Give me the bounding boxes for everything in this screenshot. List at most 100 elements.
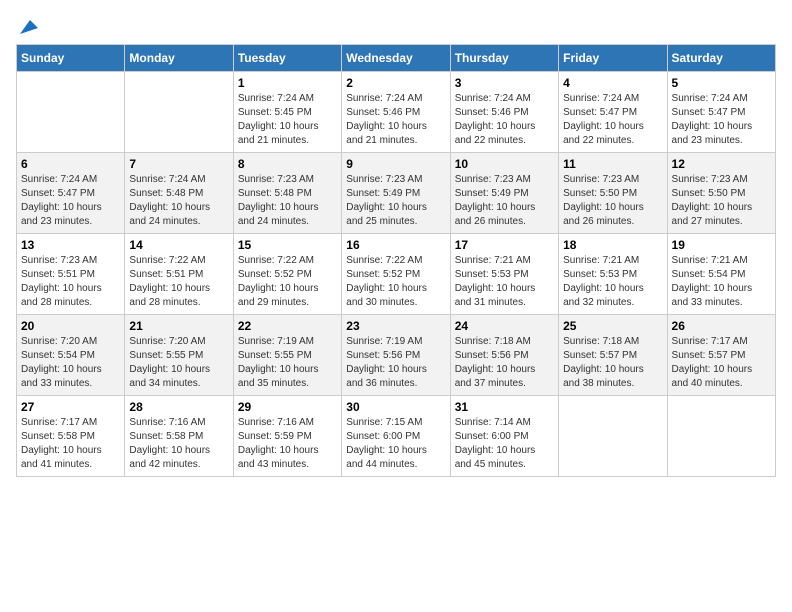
day-info: Sunrise: 7:16 AMSunset: 5:58 PMDaylight:…	[129, 417, 210, 470]
day-info: Sunrise: 7:18 AMSunset: 5:56 PMDaylight:…	[455, 336, 536, 389]
day-info: Sunrise: 7:24 AMSunset: 5:46 PMDaylight:…	[346, 93, 427, 146]
day-info: Sunrise: 7:23 AMSunset: 5:50 PMDaylight:…	[563, 174, 644, 227]
day-info: Sunrise: 7:23 AMSunset: 5:48 PMDaylight:…	[238, 174, 319, 227]
calendar-cell	[17, 72, 125, 153]
calendar-cell: 2 Sunrise: 7:24 AMSunset: 5:46 PMDayligh…	[342, 72, 450, 153]
day-info: Sunrise: 7:23 AMSunset: 5:49 PMDaylight:…	[346, 174, 427, 227]
day-info: Sunrise: 7:23 AMSunset: 5:51 PMDaylight:…	[21, 255, 102, 308]
header-monday: Monday	[125, 45, 233, 72]
day-number: 18	[563, 238, 662, 252]
day-info: Sunrise: 7:24 AMSunset: 5:47 PMDaylight:…	[563, 93, 644, 146]
calendar-cell: 18 Sunrise: 7:21 AMSunset: 5:53 PMDaylig…	[559, 234, 667, 315]
calendar-cell: 8 Sunrise: 7:23 AMSunset: 5:48 PMDayligh…	[233, 153, 341, 234]
day-info: Sunrise: 7:15 AMSunset: 6:00 PMDaylight:…	[346, 417, 427, 470]
day-number: 14	[129, 238, 228, 252]
calendar-cell: 7 Sunrise: 7:24 AMSunset: 5:48 PMDayligh…	[125, 153, 233, 234]
day-number: 13	[21, 238, 120, 252]
day-number: 24	[455, 319, 554, 333]
page-header	[16, 16, 776, 38]
day-number: 16	[346, 238, 445, 252]
day-number: 27	[21, 400, 120, 414]
day-info: Sunrise: 7:24 AMSunset: 5:48 PMDaylight:…	[129, 174, 210, 227]
day-number: 31	[455, 400, 554, 414]
day-number: 29	[238, 400, 337, 414]
calendar-cell: 26 Sunrise: 7:17 AMSunset: 5:57 PMDaylig…	[667, 315, 775, 396]
day-number: 30	[346, 400, 445, 414]
calendar-cell	[667, 396, 775, 477]
day-number: 19	[672, 238, 771, 252]
day-info: Sunrise: 7:22 AMSunset: 5:52 PMDaylight:…	[238, 255, 319, 308]
calendar-cell: 5 Sunrise: 7:24 AMSunset: 5:47 PMDayligh…	[667, 72, 775, 153]
day-info: Sunrise: 7:20 AMSunset: 5:55 PMDaylight:…	[129, 336, 210, 389]
day-number: 15	[238, 238, 337, 252]
day-info: Sunrise: 7:23 AMSunset: 5:49 PMDaylight:…	[455, 174, 536, 227]
calendar-week-1: 1 Sunrise: 7:24 AMSunset: 5:45 PMDayligh…	[17, 72, 776, 153]
calendar-cell: 27 Sunrise: 7:17 AMSunset: 5:58 PMDaylig…	[17, 396, 125, 477]
day-number: 17	[455, 238, 554, 252]
calendar-cell: 6 Sunrise: 7:24 AMSunset: 5:47 PMDayligh…	[17, 153, 125, 234]
day-info: Sunrise: 7:21 AMSunset: 5:53 PMDaylight:…	[563, 255, 644, 308]
calendar-week-3: 13 Sunrise: 7:23 AMSunset: 5:51 PMDaylig…	[17, 234, 776, 315]
day-info: Sunrise: 7:24 AMSunset: 5:45 PMDaylight:…	[238, 93, 319, 146]
calendar-cell: 20 Sunrise: 7:20 AMSunset: 5:54 PMDaylig…	[17, 315, 125, 396]
day-info: Sunrise: 7:14 AMSunset: 6:00 PMDaylight:…	[455, 417, 536, 470]
header-tuesday: Tuesday	[233, 45, 341, 72]
day-info: Sunrise: 7:24 AMSunset: 5:47 PMDaylight:…	[21, 174, 102, 227]
day-info: Sunrise: 7:19 AMSunset: 5:56 PMDaylight:…	[346, 336, 427, 389]
calendar-cell: 10 Sunrise: 7:23 AMSunset: 5:49 PMDaylig…	[450, 153, 558, 234]
calendar-cell: 11 Sunrise: 7:23 AMSunset: 5:50 PMDaylig…	[559, 153, 667, 234]
header-sunday: Sunday	[17, 45, 125, 72]
day-number: 11	[563, 157, 662, 171]
calendar-cell: 23 Sunrise: 7:19 AMSunset: 5:56 PMDaylig…	[342, 315, 450, 396]
header-saturday: Saturday	[667, 45, 775, 72]
logo	[16, 16, 42, 38]
calendar-cell	[125, 72, 233, 153]
calendar-cell: 19 Sunrise: 7:21 AMSunset: 5:54 PMDaylig…	[667, 234, 775, 315]
day-number: 6	[21, 157, 120, 171]
calendar-header-row: SundayMondayTuesdayWednesdayThursdayFrid…	[17, 45, 776, 72]
calendar-cell: 16 Sunrise: 7:22 AMSunset: 5:52 PMDaylig…	[342, 234, 450, 315]
day-info: Sunrise: 7:17 AMSunset: 5:58 PMDaylight:…	[21, 417, 102, 470]
day-info: Sunrise: 7:19 AMSunset: 5:55 PMDaylight:…	[238, 336, 319, 389]
calendar-cell: 3 Sunrise: 7:24 AMSunset: 5:46 PMDayligh…	[450, 72, 558, 153]
day-info: Sunrise: 7:21 AMSunset: 5:54 PMDaylight:…	[672, 255, 753, 308]
day-number: 2	[346, 76, 445, 90]
header-friday: Friday	[559, 45, 667, 72]
day-number: 9	[346, 157, 445, 171]
calendar-cell: 28 Sunrise: 7:16 AMSunset: 5:58 PMDaylig…	[125, 396, 233, 477]
calendar-cell: 21 Sunrise: 7:20 AMSunset: 5:55 PMDaylig…	[125, 315, 233, 396]
day-number: 23	[346, 319, 445, 333]
day-number: 8	[238, 157, 337, 171]
calendar-cell: 29 Sunrise: 7:16 AMSunset: 5:59 PMDaylig…	[233, 396, 341, 477]
calendar-week-5: 27 Sunrise: 7:17 AMSunset: 5:58 PMDaylig…	[17, 396, 776, 477]
calendar-cell: 24 Sunrise: 7:18 AMSunset: 5:56 PMDaylig…	[450, 315, 558, 396]
calendar-cell: 4 Sunrise: 7:24 AMSunset: 5:47 PMDayligh…	[559, 72, 667, 153]
calendar-table: SundayMondayTuesdayWednesdayThursdayFrid…	[16, 44, 776, 477]
day-info: Sunrise: 7:23 AMSunset: 5:50 PMDaylight:…	[672, 174, 753, 227]
day-number: 12	[672, 157, 771, 171]
day-info: Sunrise: 7:17 AMSunset: 5:57 PMDaylight:…	[672, 336, 753, 389]
day-info: Sunrise: 7:24 AMSunset: 5:46 PMDaylight:…	[455, 93, 536, 146]
calendar-cell: 15 Sunrise: 7:22 AMSunset: 5:52 PMDaylig…	[233, 234, 341, 315]
logo-icon	[16, 16, 38, 38]
calendar-cell: 25 Sunrise: 7:18 AMSunset: 5:57 PMDaylig…	[559, 315, 667, 396]
day-number: 5	[672, 76, 771, 90]
day-number: 7	[129, 157, 228, 171]
calendar-cell: 9 Sunrise: 7:23 AMSunset: 5:49 PMDayligh…	[342, 153, 450, 234]
calendar-cell: 14 Sunrise: 7:22 AMSunset: 5:51 PMDaylig…	[125, 234, 233, 315]
day-number: 1	[238, 76, 337, 90]
calendar-cell: 22 Sunrise: 7:19 AMSunset: 5:55 PMDaylig…	[233, 315, 341, 396]
day-number: 21	[129, 319, 228, 333]
calendar-week-4: 20 Sunrise: 7:20 AMSunset: 5:54 PMDaylig…	[17, 315, 776, 396]
calendar-cell	[559, 396, 667, 477]
calendar-cell: 13 Sunrise: 7:23 AMSunset: 5:51 PMDaylig…	[17, 234, 125, 315]
calendar-cell: 30 Sunrise: 7:15 AMSunset: 6:00 PMDaylig…	[342, 396, 450, 477]
calendar-cell: 1 Sunrise: 7:24 AMSunset: 5:45 PMDayligh…	[233, 72, 341, 153]
day-info: Sunrise: 7:21 AMSunset: 5:53 PMDaylight:…	[455, 255, 536, 308]
calendar-cell: 31 Sunrise: 7:14 AMSunset: 6:00 PMDaylig…	[450, 396, 558, 477]
calendar-week-2: 6 Sunrise: 7:24 AMSunset: 5:47 PMDayligh…	[17, 153, 776, 234]
day-info: Sunrise: 7:20 AMSunset: 5:54 PMDaylight:…	[21, 336, 102, 389]
day-number: 20	[21, 319, 120, 333]
day-number: 28	[129, 400, 228, 414]
day-number: 10	[455, 157, 554, 171]
